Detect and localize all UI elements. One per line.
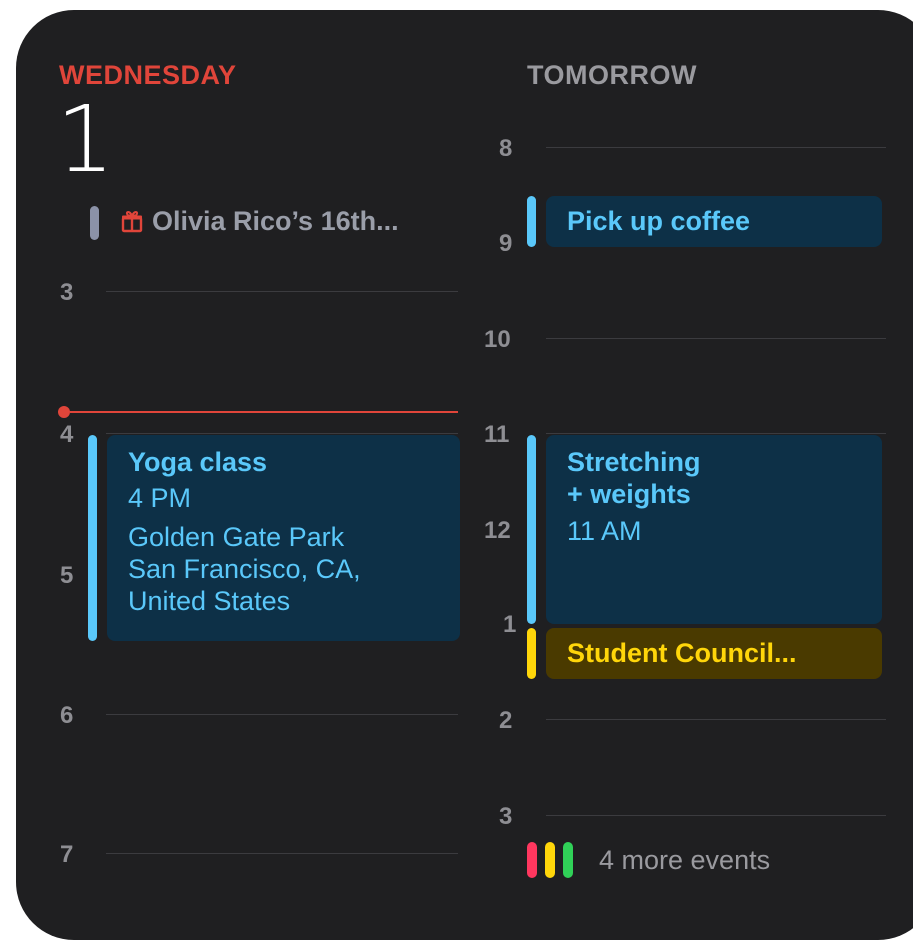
gift-icon xyxy=(121,211,143,233)
more-events-label: 4 more events xyxy=(599,844,771,875)
tomorrow-gridline xyxy=(546,719,886,720)
more-event-color-green xyxy=(563,842,573,878)
event-title: Student Council... xyxy=(567,638,797,668)
event-stretching-weights[interactable]: Stretching + weights 11 AM xyxy=(546,435,882,624)
tomorrow-hour-label: 8 xyxy=(499,135,513,162)
tomorrow-gridline xyxy=(546,338,886,339)
tomorrow-gridline xyxy=(546,147,886,148)
current-time-dot xyxy=(58,406,70,418)
today-gridline xyxy=(106,714,458,715)
event-pick-up-coffee[interactable]: Pick up coffee xyxy=(546,196,882,247)
calendar-widget[interactable]: WEDNESDAY 1 Olivia Rico’s 16th... 3 4 5 … xyxy=(16,10,913,940)
today-hour-label: 7 xyxy=(60,841,74,868)
more-events[interactable]: 4 more events xyxy=(527,842,770,878)
event-color-bar xyxy=(527,196,536,247)
event-color-bar xyxy=(88,435,97,641)
allday-event[interactable]: Olivia Rico’s 16th... xyxy=(120,204,399,238)
today-hour-label: 6 xyxy=(60,702,74,729)
event-location: United States xyxy=(128,586,291,616)
tomorrow-hour-label: 1 xyxy=(503,611,517,638)
event-time: 11 AM xyxy=(567,516,642,546)
event-location: San Francisco, CA, xyxy=(128,554,361,584)
event-student-council[interactable]: Student Council... xyxy=(546,628,882,679)
allday-event-title: Olivia Rico’s 16th... xyxy=(152,205,399,236)
event-title: Yoga class xyxy=(128,447,268,477)
today-gridline xyxy=(106,853,458,854)
allday-event-bar xyxy=(90,206,99,240)
tomorrow-hour-label: 12 xyxy=(484,517,511,544)
tomorrow-hour-label: 10 xyxy=(484,326,511,353)
tomorrow-hour-label: 3 xyxy=(499,803,513,830)
today-hour-label: 4 xyxy=(60,421,74,448)
today-date: 1 xyxy=(56,86,115,193)
event-time: 4 PM xyxy=(128,483,192,513)
event-color-bar xyxy=(527,435,536,624)
tomorrow-hour-label: 9 xyxy=(499,230,513,257)
today-gridline xyxy=(106,433,458,434)
tomorrow-gridline xyxy=(546,815,886,816)
current-time-line xyxy=(70,411,458,413)
today-hour-label: 3 xyxy=(60,279,74,306)
event-color-bar xyxy=(527,628,536,679)
event-location: Golden Gate Park xyxy=(128,522,345,552)
more-event-color-red xyxy=(527,842,537,878)
today-gridline xyxy=(106,291,458,292)
event-title: Pick up coffee xyxy=(567,206,751,236)
today-hour-label: 5 xyxy=(60,562,74,589)
tomorrow-hour-label: 2 xyxy=(499,707,513,734)
event-yoga-class[interactable]: Yoga class 4 PM Golden Gate Park San Fra… xyxy=(107,435,460,641)
tomorrow-label: TOMORROW xyxy=(527,60,697,90)
tomorrow-hour-label: 11 xyxy=(484,421,510,448)
more-event-color-yellow xyxy=(545,842,555,878)
tomorrow-gridline xyxy=(546,433,886,434)
event-title: Stretching xyxy=(567,447,701,477)
event-title: + weights xyxy=(567,479,691,509)
